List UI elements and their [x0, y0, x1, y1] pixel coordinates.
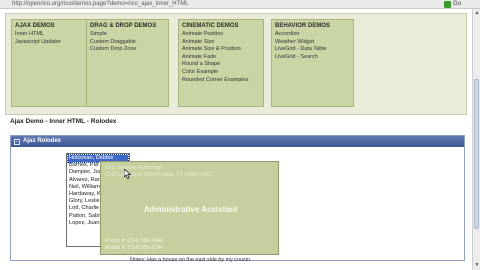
- nav-heading: CINEMATIC DEMOS: [182, 23, 239, 29]
- nav-link[interactable]: Color Example: [182, 69, 260, 77]
- nav-link[interactable]: Javascript Updater: [15, 39, 90, 47]
- page-title: Ajax Demo - Inner HTML - Rolodex: [10, 118, 117, 125]
- go-button[interactable]: Go: [453, 0, 461, 9]
- panel-title: Ajax Rolodex: [23, 138, 62, 144]
- demo-navigation: AJAX DEMOS Inner HTML Javascript Updater…: [5, 13, 467, 115]
- nav-heading: AJAX DEMOS: [15, 23, 55, 29]
- contact-name: Mrs. Debbie Holtzman: [105, 165, 163, 171]
- panel-title-bar[interactable]: - Ajax Rolodex: [11, 136, 464, 147]
- nav-link[interactable]: LiveGrid - Search: [275, 54, 350, 62]
- nav-group-cinematic: CINEMATIC DEMOS Animate Position Animate…: [178, 19, 264, 107]
- nav-link[interactable]: Simple: [90, 31, 165, 39]
- nav-link[interactable]: Animate Position: [182, 31, 260, 39]
- nav-link[interactable]: Animate Fade: [182, 54, 260, 62]
- contact-phone: Phone #: (214) 555-2343: [105, 238, 163, 244]
- nav-link[interactable]: LiveGrid - Data Table: [275, 46, 350, 54]
- go-icon[interactable]: [444, 1, 451, 8]
- nav-link[interactable]: Custom Drop Zone: [90, 46, 165, 54]
- contact-mobile: Mobile #: (214) 555-2144: [105, 245, 163, 251]
- scroll-down-icon[interactable]: ▼: [474, 262, 480, 268]
- nav-link[interactable]: Round a Shape: [182, 61, 260, 69]
- nav-link[interactable]: Weather Widget: [275, 39, 350, 47]
- nav-link[interactable]: Animate Size & Position: [182, 46, 260, 54]
- nav-link[interactable]: Inner HTML: [15, 31, 90, 39]
- scroll-up-icon[interactable]: ▲: [474, 10, 480, 16]
- collapse-icon[interactable]: -: [14, 139, 20, 145]
- nav-link[interactable]: Accordion: [275, 31, 350, 39]
- contact-title: Administrative Assistant: [143, 205, 238, 214]
- contact-notes: Notes: Has a house on the east side by m…: [130, 257, 252, 263]
- nav-heading: DRAG & DROP DEMOS: [90, 23, 157, 29]
- vertical-scrollbar[interactable]: ▲ ▼: [472, 9, 480, 270]
- contact-address: 2340 Lakeshore Street Dallas, TX 75080-3…: [105, 172, 212, 178]
- nav-heading: BEHAVIOR DEMOS: [275, 23, 330, 29]
- url-text[interactable]: http://openrico.org/rico/demos.page?demo…: [12, 0, 189, 9]
- nav-group-behavior: BEHAVIOR DEMOS Accordion Weather Widget …: [271, 19, 354, 107]
- mouse-pointer-icon: [124, 169, 132, 179]
- nav-link[interactable]: Custom Draggable: [90, 39, 165, 47]
- nav-link[interactable]: Animate Size: [182, 39, 260, 47]
- nav-group-drag-drop: DRAG & DROP DEMOS Simple Custom Draggabl…: [86, 19, 169, 107]
- nav-group-ajax: AJAX DEMOS Inner HTML Javascript Updater: [11, 19, 94, 107]
- nav-link[interactable]: Rounded Corner Examples: [182, 77, 260, 85]
- address-bar[interactable]: http://openrico.org/rico/demos.page?demo…: [0, 0, 480, 9]
- scrollbar-thumb[interactable]: [474, 79, 479, 229]
